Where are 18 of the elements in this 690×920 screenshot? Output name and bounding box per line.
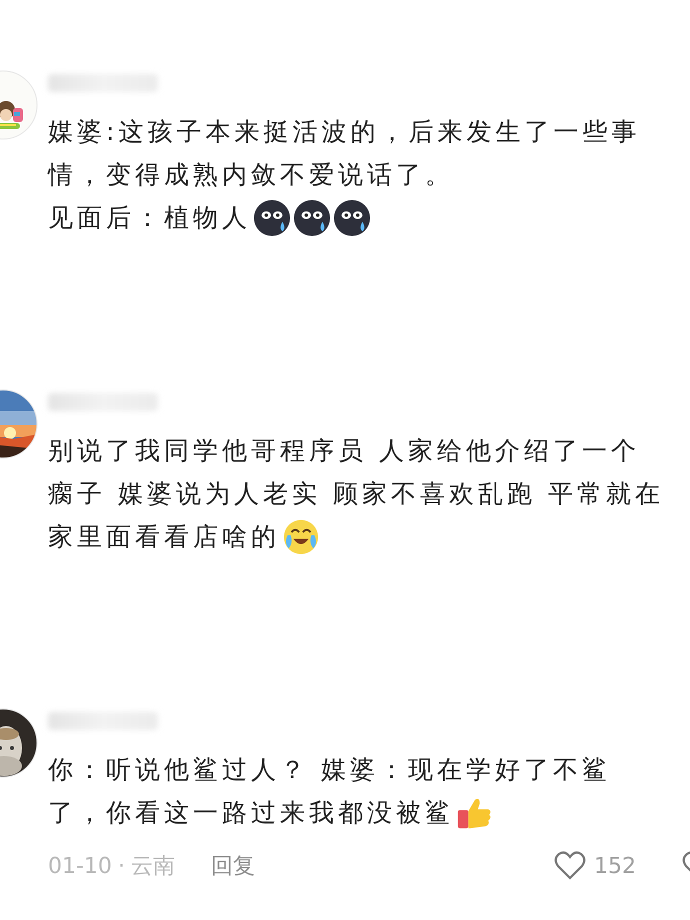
sweat-emoji-icon (333, 198, 371, 236)
comment-location: 云南 (130, 853, 175, 881)
comment-text: 你：听说他鲨过人？ 媒婆：现在学好了不鲨 (48, 754, 611, 786)
comment-text: 家里面看看店啥的 (48, 521, 280, 553)
like-count: 152 (594, 854, 636, 878)
comment-text: 了，你看这一路过来我都没被鲨 (48, 797, 454, 829)
sweat-emoji-icon (293, 198, 331, 236)
sweat-emoji-icon (253, 198, 291, 236)
comment-text: 瘸子 媒婆说为人老实 顾家不喜欢乱跑 平常就在 (48, 478, 664, 510)
comment-text: 情，变得成熟内敛不爱说话了。 (48, 159, 454, 191)
laughing-crying-emoji-icon (282, 518, 320, 556)
comment-date: 01-10 (48, 854, 112, 878)
comment-text: 媒婆:这孩子本来挺活波的，后来发生了一些事 (48, 116, 640, 148)
comment-text: 见面后：植物人 (48, 202, 251, 234)
separator-dot: · (118, 854, 125, 878)
comment-text: 别说了我同学他哥程序员 人家给他介绍了一个 (48, 435, 640, 467)
reply-link[interactable]: 回复 (210, 851, 255, 881)
like-icon[interactable] (554, 850, 586, 882)
